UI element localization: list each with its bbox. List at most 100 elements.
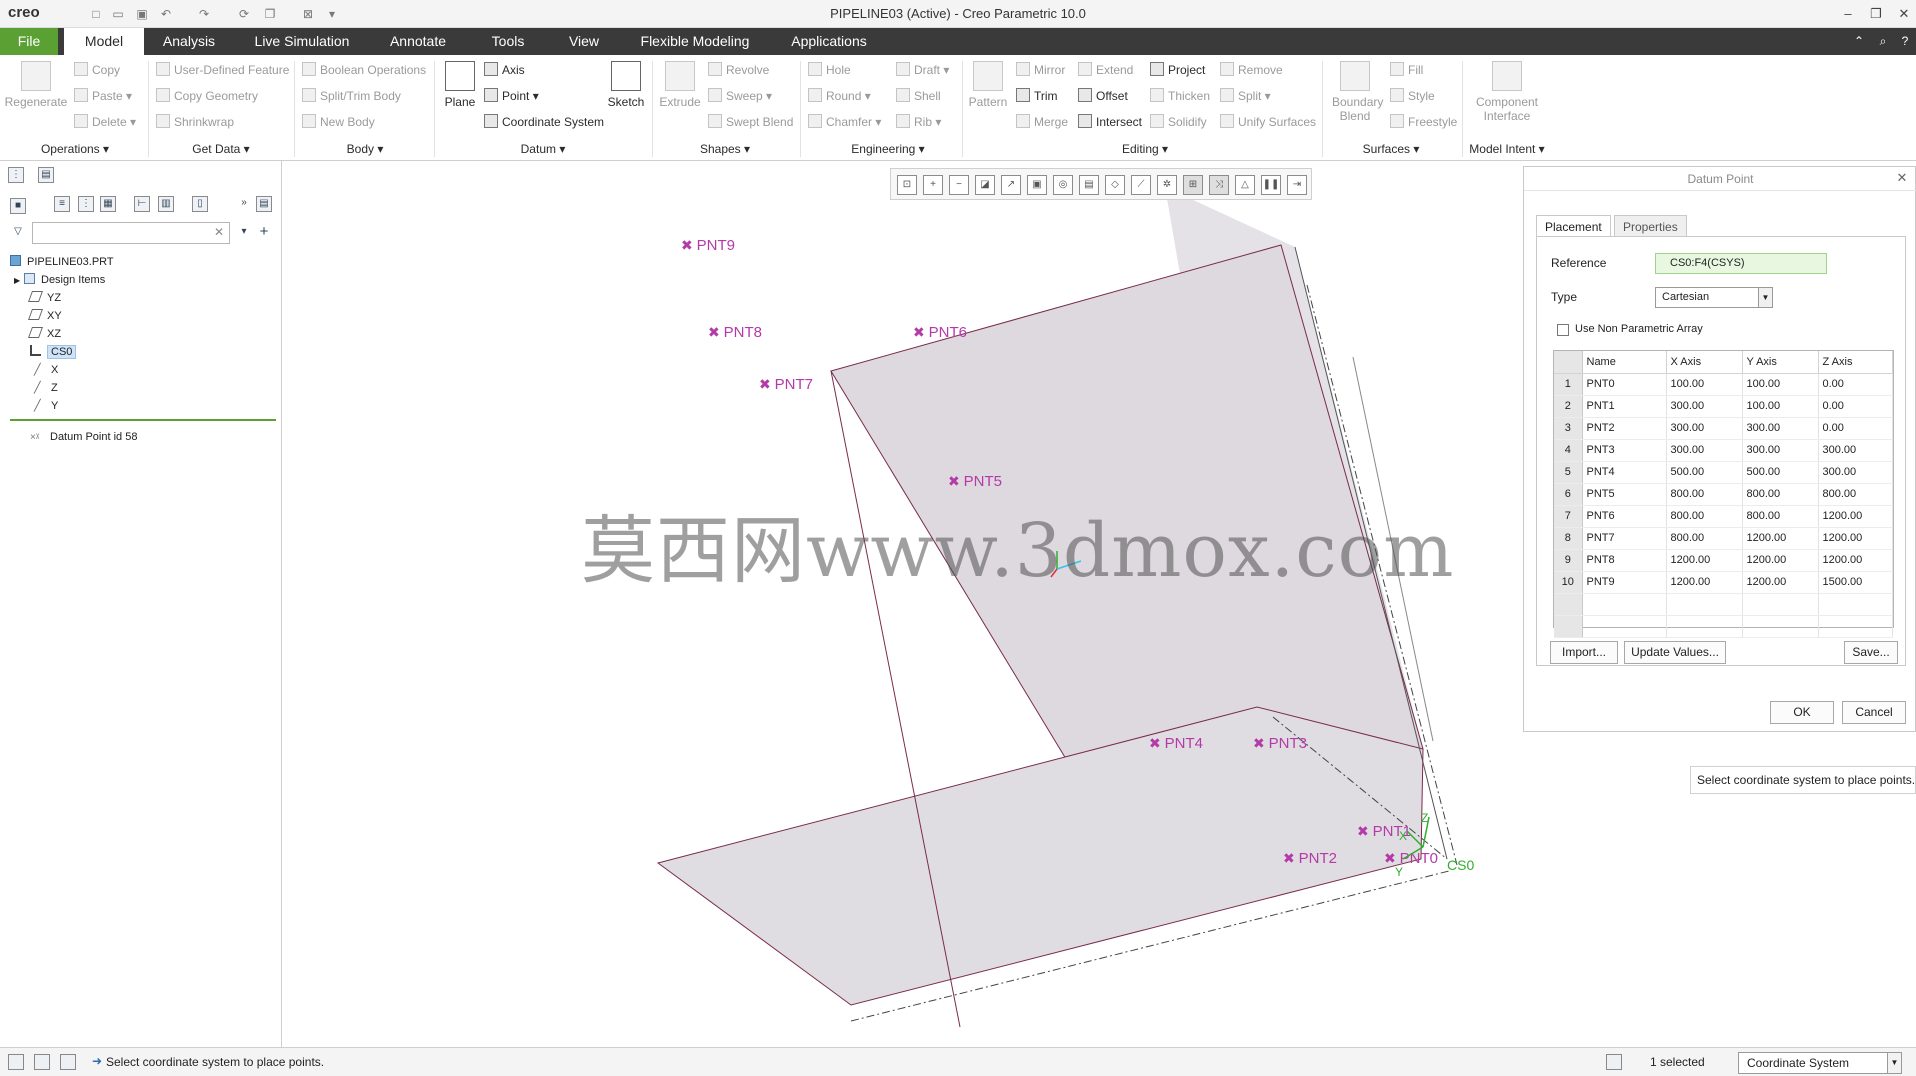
point-marker-pnt5[interactable]: ✖ PNT5 — [948, 473, 1002, 490]
close-icon[interactable]: ✕ — [1894, 4, 1914, 24]
tree-filter-icon[interactable]: ⊢ — [134, 196, 150, 212]
tab-analysis[interactable]: Analysis — [152, 28, 226, 55]
cancel-button[interactable]: Cancel — [1842, 701, 1906, 724]
cell-z[interactable]: 800.00 — [1818, 483, 1893, 506]
table-row-empty[interactable] — [1554, 593, 1893, 616]
group-body[interactable]: Body ▾ — [320, 142, 410, 156]
style-button[interactable]: Style — [1390, 87, 1435, 105]
cell-x[interactable]: 300.00 — [1666, 417, 1743, 440]
coordinate-system-button[interactable]: Coordinate System — [484, 113, 604, 131]
zoom-in-icon[interactable]: + — [923, 175, 943, 195]
zoom-out-icon[interactable]: − — [949, 175, 969, 195]
tree-item-xy[interactable]: XY — [27, 307, 62, 325]
pause-icon[interactable]: ❚❚ — [1261, 175, 1281, 195]
cell-y[interactable]: 1200.00 — [1742, 527, 1819, 550]
cell-x[interactable]: 300.00 — [1666, 395, 1743, 418]
delete-button[interactable]: Delete ▾ — [74, 113, 136, 131]
restore-icon[interactable]: ❐ — [1866, 4, 1886, 24]
add-column-icon[interactable]: + — [256, 224, 272, 241]
cell-z[interactable]: 1200.00 — [1818, 505, 1893, 528]
navigator-toggle-icon[interactable] — [8, 1054, 24, 1070]
trim-button[interactable]: Trim — [1016, 87, 1058, 105]
cell-y[interactable]: 100.00 — [1742, 395, 1819, 418]
group-model-intent[interactable]: Model Intent ▾ — [1462, 142, 1552, 156]
collapse-ribbon-icon[interactable]: ⌃ — [1850, 32, 1868, 50]
project-button[interactable]: Project — [1150, 61, 1205, 79]
table-row[interactable]: 3 PNT2 300.00 300.00 0.00 — [1554, 417, 1893, 440]
cell-y[interactable]: 300.00 — [1742, 439, 1819, 462]
point-marker-pnt2[interactable]: ✖ PNT2 — [1283, 850, 1337, 867]
regenerate-button[interactable]: Regenerate — [4, 61, 68, 109]
tab-flexible-modeling[interactable]: Flexible Modeling — [632, 28, 758, 55]
datum-display-icon[interactable]: ✲ — [1157, 175, 1177, 195]
non-parametric-checkbox[interactable] — [1557, 324, 1569, 336]
points-table[interactable]: Name X Axis Y Axis Z Axis 1 PNT0 100.00 100… — [1553, 350, 1894, 638]
tab-file[interactable]: File — [0, 28, 58, 55]
import-button[interactable]: Import... — [1550, 641, 1618, 664]
perspective-icon[interactable]: ◇ — [1105, 175, 1125, 195]
cell-name[interactable]: PNT2 — [1582, 417, 1667, 440]
rib-button[interactable]: Rib ▾ — [896, 113, 941, 131]
table-row-empty[interactable] — [1554, 615, 1893, 638]
table-row[interactable]: 10 PNT9 1200.00 1200.00 1500.00 — [1554, 571, 1893, 594]
remove-button[interactable]: Remove — [1220, 61, 1283, 79]
tree-item-yz[interactable]: YZ — [27, 289, 61, 307]
type-select[interactable]: Cartesian ▼ — [1655, 287, 1773, 308]
refit-icon[interactable]: ⊡ — [897, 175, 917, 195]
draft-button[interactable]: Draft ▾ — [896, 61, 949, 79]
notes-icon[interactable]: ▤ — [256, 196, 272, 212]
cell-z[interactable]: 1200.00 — [1818, 549, 1893, 572]
tab-annotate[interactable]: Annotate — [378, 28, 458, 55]
update-values-button[interactable]: Update Values... — [1624, 641, 1726, 664]
cell-name[interactable]: PNT8 — [1582, 549, 1667, 572]
cell-z[interactable]: 1200.00 — [1818, 527, 1893, 550]
point-marker-pnt4[interactable]: ✖ PNT4 — [1149, 735, 1203, 752]
empty-cell[interactable] — [1742, 615, 1819, 638]
cell-y[interactable]: 100.00 — [1742, 373, 1819, 396]
section-icon[interactable]: ⟋ — [1131, 175, 1151, 195]
minimize-icon[interactable]: – — [1838, 4, 1858, 24]
cell-y[interactable]: 300.00 — [1742, 417, 1819, 440]
point-marker-pnt8[interactable]: ✖ PNT8 — [708, 324, 762, 341]
ok-button[interactable]: OK — [1770, 701, 1834, 724]
cell-name[interactable]: PNT1 — [1582, 395, 1667, 418]
cell-y[interactable]: 1200.00 — [1742, 549, 1819, 572]
empty-cell[interactable] — [1554, 615, 1583, 638]
tab-tools[interactable]: Tools — [478, 28, 538, 55]
table-row[interactable]: 6 PNT5 800.00 800.00 800.00 — [1554, 483, 1893, 506]
new-body-button[interactable]: New Body — [302, 113, 375, 131]
view-manager-icon[interactable]: ▤ — [1079, 175, 1099, 195]
model-tree-tab-icon[interactable]: ⋮ — [8, 167, 24, 183]
saved-views-icon[interactable]: ▣ — [1027, 175, 1047, 195]
empty-cell[interactable] — [1818, 593, 1893, 616]
merge-button[interactable]: Merge — [1016, 113, 1068, 131]
search-icon[interactable]: ⌕ — [1874, 32, 1892, 50]
empty-cell[interactable] — [1582, 615, 1667, 638]
tree-columns-icon[interactable]: ▦ — [100, 196, 116, 212]
cell-name[interactable]: PNT6 — [1582, 505, 1667, 528]
cell-x[interactable]: 500.00 — [1666, 461, 1743, 484]
tab-model[interactable]: Model — [64, 28, 144, 55]
copy-button[interactable]: Copy — [74, 61, 120, 79]
cell-name[interactable]: PNT0 — [1582, 373, 1667, 396]
tree-item-design-items[interactable]: ▶ Design Items — [14, 271, 105, 289]
cell-y[interactable]: 800.00 — [1742, 505, 1819, 528]
offset-button[interactable]: Offset — [1078, 87, 1128, 105]
filter-icon[interactable]: ▽ — [10, 225, 26, 241]
point-marker-pnt3[interactable]: ✖ PNT3 — [1253, 735, 1307, 752]
pattern-button[interactable]: Pattern — [966, 61, 1010, 109]
group-editing[interactable]: Editing ▾ — [1100, 142, 1190, 156]
cell-y[interactable]: 500.00 — [1742, 461, 1819, 484]
shrinkwrap-button[interactable]: Shrinkwrap — [156, 113, 234, 131]
empty-cell[interactable] — [1742, 593, 1819, 616]
full-screen-icon[interactable] — [60, 1054, 76, 1070]
boolean-operations-button[interactable]: Boolean Operations — [302, 61, 426, 79]
tab-properties[interactable]: Properties — [1614, 215, 1687, 237]
empty-cell[interactable] — [1666, 593, 1743, 616]
table-row[interactable]: 9 PNT8 1200.00 1200.00 1200.00 — [1554, 549, 1893, 572]
clear-search-icon[interactable]: ✕ — [214, 225, 224, 239]
table-row[interactable]: 2 PNT1 300.00 100.00 0.00 — [1554, 395, 1893, 418]
tree-root[interactable]: PIPELINE03.PRT — [10, 253, 114, 271]
cell-z[interactable]: 0.00 — [1818, 373, 1893, 396]
copy-geometry-button[interactable]: Copy Geometry — [156, 87, 258, 105]
